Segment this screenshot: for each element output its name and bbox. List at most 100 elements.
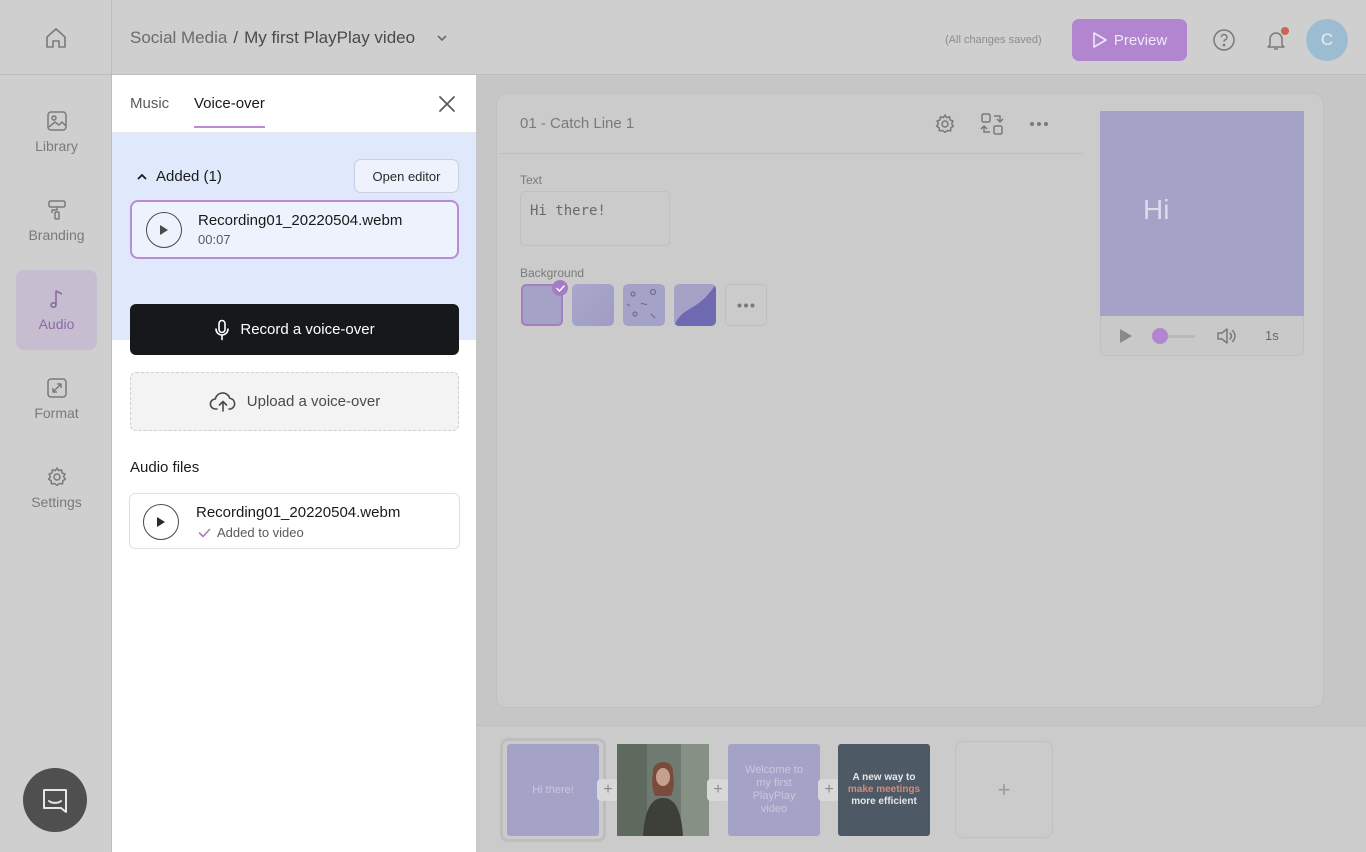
background-label: Background bbox=[520, 266, 585, 280]
help-icon bbox=[1213, 29, 1235, 51]
more-horizontal-icon bbox=[1030, 122, 1048, 126]
volume-icon bbox=[1217, 328, 1236, 344]
chat-support-button[interactable] bbox=[23, 768, 87, 832]
nav-label-settings: Settings bbox=[31, 494, 82, 510]
timeline-scene-2[interactable] bbox=[617, 744, 709, 836]
chat-icon bbox=[43, 789, 67, 813]
preview-player: 1s bbox=[1100, 316, 1304, 356]
scene-text-input[interactable]: Hi there! bbox=[520, 191, 670, 246]
close-icon bbox=[439, 96, 455, 112]
chevron-down-icon[interactable] bbox=[435, 31, 449, 45]
avatar[interactable]: C bbox=[1306, 19, 1348, 61]
play-file-button[interactable] bbox=[143, 504, 179, 540]
file-name: Recording01_20220504.webm bbox=[196, 504, 401, 521]
nav-item-format[interactable]: Format bbox=[16, 359, 97, 439]
home-icon bbox=[45, 27, 66, 48]
top-bar: Social Media / My first PlayPlay video (… bbox=[0, 0, 1366, 75]
scene-4-line-1: A new way to bbox=[852, 772, 916, 783]
player-play-button[interactable] bbox=[1119, 328, 1133, 349]
gear-icon bbox=[935, 114, 955, 134]
added-recording-card[interactable]: Recording01_20220504.webm 00:07 bbox=[130, 200, 459, 259]
person-photo-icon bbox=[617, 744, 709, 836]
recording-duration: 00:07 bbox=[198, 232, 231, 247]
play-icon bbox=[160, 225, 168, 235]
background-swatch-wave[interactable] bbox=[674, 284, 716, 326]
more-horizontal-icon bbox=[737, 303, 755, 307]
file-status-label: Added to video bbox=[217, 525, 304, 540]
breadcrumb-separator: / bbox=[233, 28, 239, 47]
player-progress-track[interactable] bbox=[1167, 335, 1195, 338]
scene-divider bbox=[498, 153, 1084, 154]
nav-item-audio[interactable]: Audio bbox=[16, 270, 97, 350]
scene-title: 01 - Catch Line 1 bbox=[520, 115, 635, 132]
microphone-icon bbox=[215, 319, 230, 340]
check-icon bbox=[198, 528, 211, 538]
timeline-scene-4[interactable]: A new way to make meetings more efficien… bbox=[838, 744, 930, 836]
preview-label: Preview bbox=[1113, 31, 1168, 49]
scene-more-button[interactable] bbox=[1026, 111, 1052, 137]
tab-music[interactable]: Music bbox=[130, 95, 169, 126]
home-button[interactable] bbox=[0, 0, 112, 75]
file-status: Added to video bbox=[198, 525, 304, 540]
scene-4-line-3: more efficient bbox=[851, 796, 917, 807]
add-scene-button[interactable]: + bbox=[955, 741, 1053, 838]
pattern-icon bbox=[626, 288, 657, 319]
audio-file-item[interactable]: Recording01_20220504.webm Added to video bbox=[129, 493, 460, 549]
background-more-button[interactable] bbox=[725, 284, 767, 326]
tab-voice-over[interactable]: Voice-over bbox=[194, 95, 265, 128]
swap-layout-icon bbox=[980, 113, 1004, 135]
check-icon bbox=[555, 284, 565, 292]
video-title[interactable]: My first PlayPlay video bbox=[244, 28, 415, 48]
paint-roller-icon bbox=[47, 200, 66, 220]
timeline-scene-1[interactable]: Hi there! bbox=[507, 744, 599, 836]
cloud-upload-icon bbox=[209, 391, 236, 412]
chevron-up-icon bbox=[137, 173, 147, 180]
nav-label-branding: Branding bbox=[28, 227, 85, 243]
background-swatch-pattern[interactable] bbox=[623, 284, 665, 326]
record-label: Record a voice-over bbox=[240, 321, 375, 338]
play-icon bbox=[1093, 32, 1107, 48]
player-volume-button[interactable] bbox=[1216, 326, 1238, 351]
upload-voice-over-button[interactable]: Upload a voice-over bbox=[130, 372, 459, 431]
insert-scene-button[interactable]: + bbox=[597, 779, 619, 801]
timeline-scene-3[interactable]: Welcome to my first PlayPlay video bbox=[728, 744, 820, 836]
notification-dot bbox=[1281, 27, 1289, 35]
resize-icon bbox=[46, 378, 67, 398]
save-status: (All changes saved) bbox=[945, 34, 1042, 46]
close-panel-button[interactable] bbox=[436, 93, 458, 115]
play-icon bbox=[1120, 329, 1132, 343]
nav-label-library: Library bbox=[35, 138, 78, 154]
nav-label-audio: Audio bbox=[38, 316, 75, 332]
nav-label-format: Format bbox=[34, 405, 79, 421]
help-button[interactable] bbox=[1212, 28, 1236, 57]
record-voice-over-button[interactable]: Record a voice-over bbox=[130, 304, 459, 355]
insert-scene-button[interactable]: + bbox=[707, 779, 729, 801]
text-field-label: Text bbox=[520, 173, 543, 187]
breadcrumb-root[interactable]: Social Media bbox=[130, 28, 227, 48]
scene-preview-text: Hi bbox=[1143, 194, 1170, 225]
gear-icon bbox=[47, 467, 66, 487]
nav-item-settings[interactable]: Settings bbox=[16, 448, 97, 528]
scene-4-text: A new way to make meetings more efficien… bbox=[848, 772, 920, 808]
image-icon bbox=[46, 111, 67, 131]
added-toggle[interactable]: Added (1) bbox=[136, 168, 222, 185]
player-progress-knob[interactable] bbox=[1152, 328, 1168, 344]
scene-swap-button[interactable] bbox=[979, 111, 1005, 137]
recording-name: Recording01_20220504.webm bbox=[198, 212, 403, 229]
panel-tabs: Music Voice-over bbox=[112, 75, 476, 133]
music-note-icon bbox=[49, 290, 62, 309]
audio-files-title: Audio files bbox=[130, 459, 200, 476]
play-recording-button[interactable] bbox=[146, 212, 182, 248]
scene-preview bbox=[1100, 111, 1304, 316]
nav-item-library[interactable]: Library bbox=[16, 92, 97, 172]
play-icon bbox=[157, 517, 165, 527]
wave-icon bbox=[674, 284, 716, 326]
left-nav: Library Branding Audio Format Settings bbox=[0, 75, 112, 852]
insert-scene-button[interactable]: + bbox=[818, 779, 840, 801]
preview-button[interactable]: Preview bbox=[1072, 19, 1187, 61]
background-swatch-gradient[interactable] bbox=[572, 284, 614, 326]
nav-item-branding[interactable]: Branding bbox=[16, 181, 97, 261]
scene-duration: 1s bbox=[1265, 328, 1279, 343]
scene-settings-button[interactable] bbox=[932, 111, 958, 137]
open-editor-button[interactable]: Open editor bbox=[354, 159, 459, 193]
